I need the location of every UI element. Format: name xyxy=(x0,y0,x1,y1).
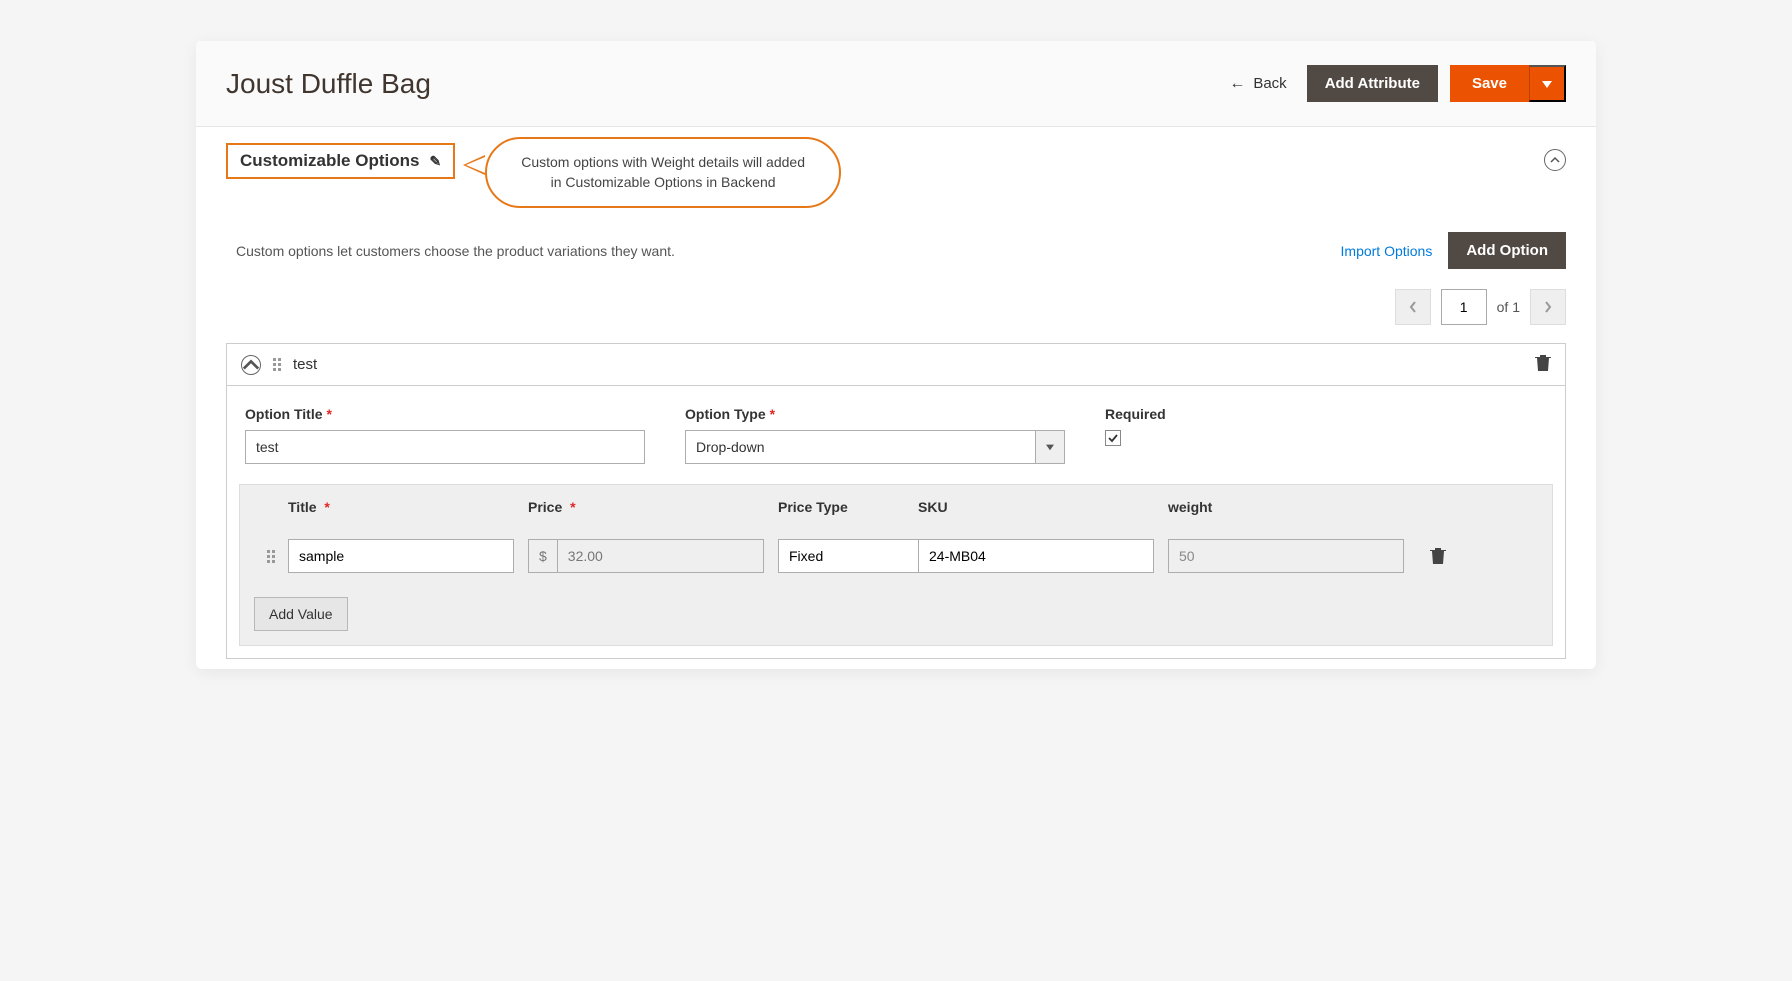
value-price-group: $ xyxy=(528,539,764,573)
add-option-button[interactable]: Add Option xyxy=(1448,232,1566,269)
arrow-left-icon: ← xyxy=(1229,75,1245,93)
add-value-button[interactable]: Add Value xyxy=(254,597,348,631)
pager-next-button[interactable] xyxy=(1530,289,1566,325)
description-actions: Import Options Add Option xyxy=(1341,232,1566,269)
trash-icon xyxy=(1430,547,1446,565)
page-title: Joust Duffle Bag xyxy=(226,68,431,100)
required-asterisk: * xyxy=(770,406,775,422)
option-title-label: Option Title* xyxy=(245,406,645,422)
option-type-value[interactable] xyxy=(685,430,1035,464)
customizable-options-section-tag[interactable]: Customizable Options ✎ xyxy=(226,143,455,179)
section-collapse-toggle[interactable] xyxy=(1544,149,1566,171)
pager: of 1 xyxy=(196,289,1596,343)
caret-down-icon xyxy=(1542,79,1552,89)
chevron-left-icon xyxy=(1409,301,1417,313)
col-price-label: Price * xyxy=(528,499,778,515)
callout-line1: Custom options with Weight details will … xyxy=(521,153,805,173)
pencil-icon: ✎ xyxy=(429,153,441,170)
chevron-up-icon xyxy=(242,356,260,374)
option-type-field: Option Type* xyxy=(685,406,1065,464)
chevron-right-icon xyxy=(1544,301,1552,313)
option-collapse-toggle[interactable] xyxy=(241,355,261,375)
option-title-field: Option Title* xyxy=(245,406,645,464)
option-head: test xyxy=(227,344,1565,386)
required-field: Required xyxy=(1105,406,1166,464)
value-sku-input[interactable] xyxy=(918,539,1154,573)
import-options-link[interactable]: Import Options xyxy=(1341,243,1433,259)
required-asterisk: * xyxy=(321,499,330,515)
pager-of-label: of 1 xyxy=(1497,299,1520,315)
value-pricetype-select[interactable] xyxy=(778,539,904,573)
callout-tail-icon xyxy=(463,155,485,175)
delete-option-button[interactable] xyxy=(1535,354,1551,375)
admin-card: Joust Duffle Bag ← Back Add Attribute Sa… xyxy=(196,40,1596,669)
pager-prev-button[interactable] xyxy=(1395,289,1431,325)
values-footer: Add Value xyxy=(240,583,1552,645)
chevron-up-icon xyxy=(1550,155,1560,165)
option-type-label: Option Type* xyxy=(685,406,1065,422)
section-label: Customizable Options xyxy=(240,151,419,171)
option-type-dropdown-toggle[interactable] xyxy=(1035,430,1065,464)
callout-bubble: Custom options with Weight details will … xyxy=(485,137,841,208)
page-header: Joust Duffle Bag ← Back Add Attribute Sa… xyxy=(196,40,1596,127)
option-title-input[interactable] xyxy=(245,430,645,464)
pager-page-input[interactable] xyxy=(1441,289,1487,325)
value-title-input[interactable] xyxy=(288,539,514,573)
save-dropdown-toggle[interactable] xyxy=(1529,65,1566,102)
col-title-label: Title * xyxy=(288,499,528,515)
required-asterisk: * xyxy=(327,406,332,422)
required-checkbox[interactable] xyxy=(1105,430,1121,446)
header-actions: ← Back Add Attribute Save xyxy=(1229,65,1566,102)
check-icon xyxy=(1108,433,1118,443)
save-button[interactable]: Save xyxy=(1450,65,1529,102)
callout-line2: in Customizable Options in Backend xyxy=(521,173,805,193)
drag-handle-icon[interactable] xyxy=(273,358,281,371)
back-label: Back xyxy=(1253,75,1286,92)
option-fields: Option Title* Option Type* Required xyxy=(227,386,1565,484)
value-price-input[interactable] xyxy=(557,539,764,573)
back-button[interactable]: ← Back xyxy=(1229,75,1286,93)
values-block: Title * Price * Price Type SKU weight $ xyxy=(239,484,1553,646)
value-row: $ xyxy=(240,529,1552,583)
option-type-select[interactable] xyxy=(685,430,1065,464)
option-name: test xyxy=(293,356,317,373)
add-attribute-button[interactable]: Add Attribute xyxy=(1307,65,1438,102)
save-button-group: Save xyxy=(1450,65,1566,102)
col-pricetype-label: Price Type xyxy=(778,499,918,515)
required-label: Required xyxy=(1105,406,1166,422)
drag-handle-icon xyxy=(267,550,275,563)
value-weight-input[interactable] xyxy=(1168,539,1404,573)
required-asterisk: * xyxy=(566,499,575,515)
description-text: Custom options let customers choose the … xyxy=(236,243,675,259)
description-row: Custom options let customers choose the … xyxy=(196,218,1596,289)
col-weight-label: weight xyxy=(1168,499,1418,515)
callout-wrap: Custom options with Weight details will … xyxy=(485,137,841,208)
delete-value-button[interactable] xyxy=(1418,547,1458,565)
row-drag-handle[interactable] xyxy=(254,550,288,563)
option-block: test Option Title* Option Type* xyxy=(226,343,1566,659)
col-sku-label: SKU xyxy=(918,499,1168,515)
section-header-row: Customizable Options ✎ Custom options wi… xyxy=(196,127,1596,218)
trash-icon xyxy=(1535,354,1551,372)
caret-down-icon xyxy=(1046,443,1054,451)
values-header: Title * Price * Price Type SKU weight xyxy=(240,485,1552,529)
currency-prefix: $ xyxy=(528,539,557,573)
